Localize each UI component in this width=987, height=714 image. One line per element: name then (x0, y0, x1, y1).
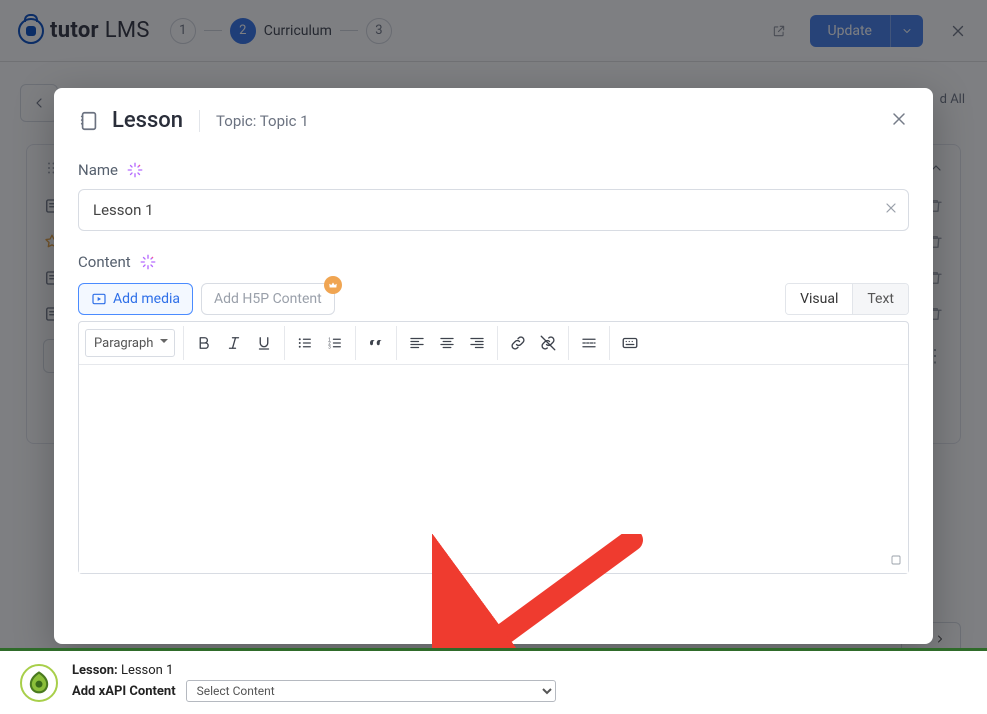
editor-content-area[interactable] (79, 365, 908, 573)
unlink-button[interactable] (534, 329, 562, 357)
bold-icon (195, 334, 213, 352)
underline-button[interactable] (250, 329, 278, 357)
lesson-line: Lesson: Lesson 1 (72, 663, 556, 678)
modal-subtitle: Topic: Topic 1 (216, 112, 309, 130)
add-h5p-button[interactable]: Add H5P Content (201, 283, 335, 315)
xapi-label: Add xAPI Content (72, 684, 176, 699)
add-media-button[interactable]: Add media (78, 283, 193, 315)
numbered-list-button[interactable]: 123 (321, 329, 349, 357)
keyboard-icon (621, 334, 639, 352)
svg-text:3: 3 (328, 344, 331, 350)
tab-text[interactable]: Text (852, 284, 908, 314)
xapi-content-select[interactable]: Select Content (186, 680, 556, 702)
xapi-bottom-bar: Lesson: Lesson 1 Add xAPI Content Select… (0, 648, 987, 714)
editor-toolbar: Paragraph 123 (79, 322, 908, 365)
toolbar-toggle-button[interactable] (616, 329, 644, 357)
lesson-modal: Lesson Topic: Topic 1 Name Content Add m… (54, 88, 933, 644)
underline-icon (255, 334, 273, 352)
lesson-value: Lesson 1 (121, 663, 173, 678)
numbered-list-icon: 123 (326, 334, 344, 352)
align-center-button[interactable] (433, 329, 461, 357)
add-media-label: Add media (113, 291, 180, 307)
sparkle-icon[interactable] (139, 253, 157, 271)
name-label: Name (78, 161, 118, 179)
blockquote-button[interactable] (362, 329, 390, 357)
content-label-row: Content (78, 253, 909, 271)
close-icon (883, 200, 899, 216)
lesson-key: Lesson: (72, 663, 118, 678)
align-left-icon (408, 334, 426, 352)
align-right-icon (468, 334, 486, 352)
bullet-list-button[interactable] (291, 329, 319, 357)
bottom-bar-text: Lesson: Lesson 1 Add xAPI Content Select… (72, 663, 556, 702)
link-button[interactable] (504, 329, 532, 357)
grassblade-logo-icon (20, 664, 58, 702)
align-right-button[interactable] (463, 329, 491, 357)
name-input[interactable] (78, 189, 909, 231)
read-more-icon (580, 334, 598, 352)
link-icon (509, 334, 527, 352)
bold-button[interactable] (190, 329, 218, 357)
sparkle-icon[interactable] (126, 161, 144, 179)
unlink-icon (539, 334, 557, 352)
lesson-icon (78, 110, 100, 132)
format-select[interactable]: Paragraph (85, 329, 175, 357)
format-select-wrap: Paragraph (85, 329, 175, 357)
name-input-wrap (78, 189, 909, 231)
content-label: Content (78, 253, 131, 271)
italic-icon (225, 334, 243, 352)
media-icon (91, 291, 107, 307)
quote-icon (367, 334, 385, 352)
content-buttons-row: Add media Add H5P Content Visual Text (78, 283, 909, 315)
close-icon (889, 109, 909, 129)
crown-icon (328, 280, 338, 290)
resize-handle-icon[interactable] (890, 554, 902, 569)
clear-name-button[interactable] (883, 200, 899, 220)
modal-body: Name Content Add media Add H5P Content (54, 147, 933, 644)
premium-badge-icon (324, 276, 342, 294)
modal-header: Lesson Topic: Topic 1 (54, 88, 933, 147)
bullet-list-icon (296, 334, 314, 352)
name-label-row: Name (78, 161, 909, 179)
modal-title: Lesson (112, 108, 183, 133)
editor-mode-tabs: Visual Text (785, 283, 909, 315)
divider (199, 110, 200, 132)
add-h5p-label: Add H5P Content (214, 291, 322, 307)
rich-text-editor: Paragraph 123 (78, 321, 909, 574)
read-more-button[interactable] (575, 329, 603, 357)
italic-button[interactable] (220, 329, 248, 357)
align-center-icon (438, 334, 456, 352)
xapi-line: Add xAPI Content Select Content (72, 680, 556, 702)
modal-close-button[interactable] (889, 109, 909, 133)
align-left-button[interactable] (403, 329, 431, 357)
tab-visual[interactable]: Visual (786, 284, 852, 314)
